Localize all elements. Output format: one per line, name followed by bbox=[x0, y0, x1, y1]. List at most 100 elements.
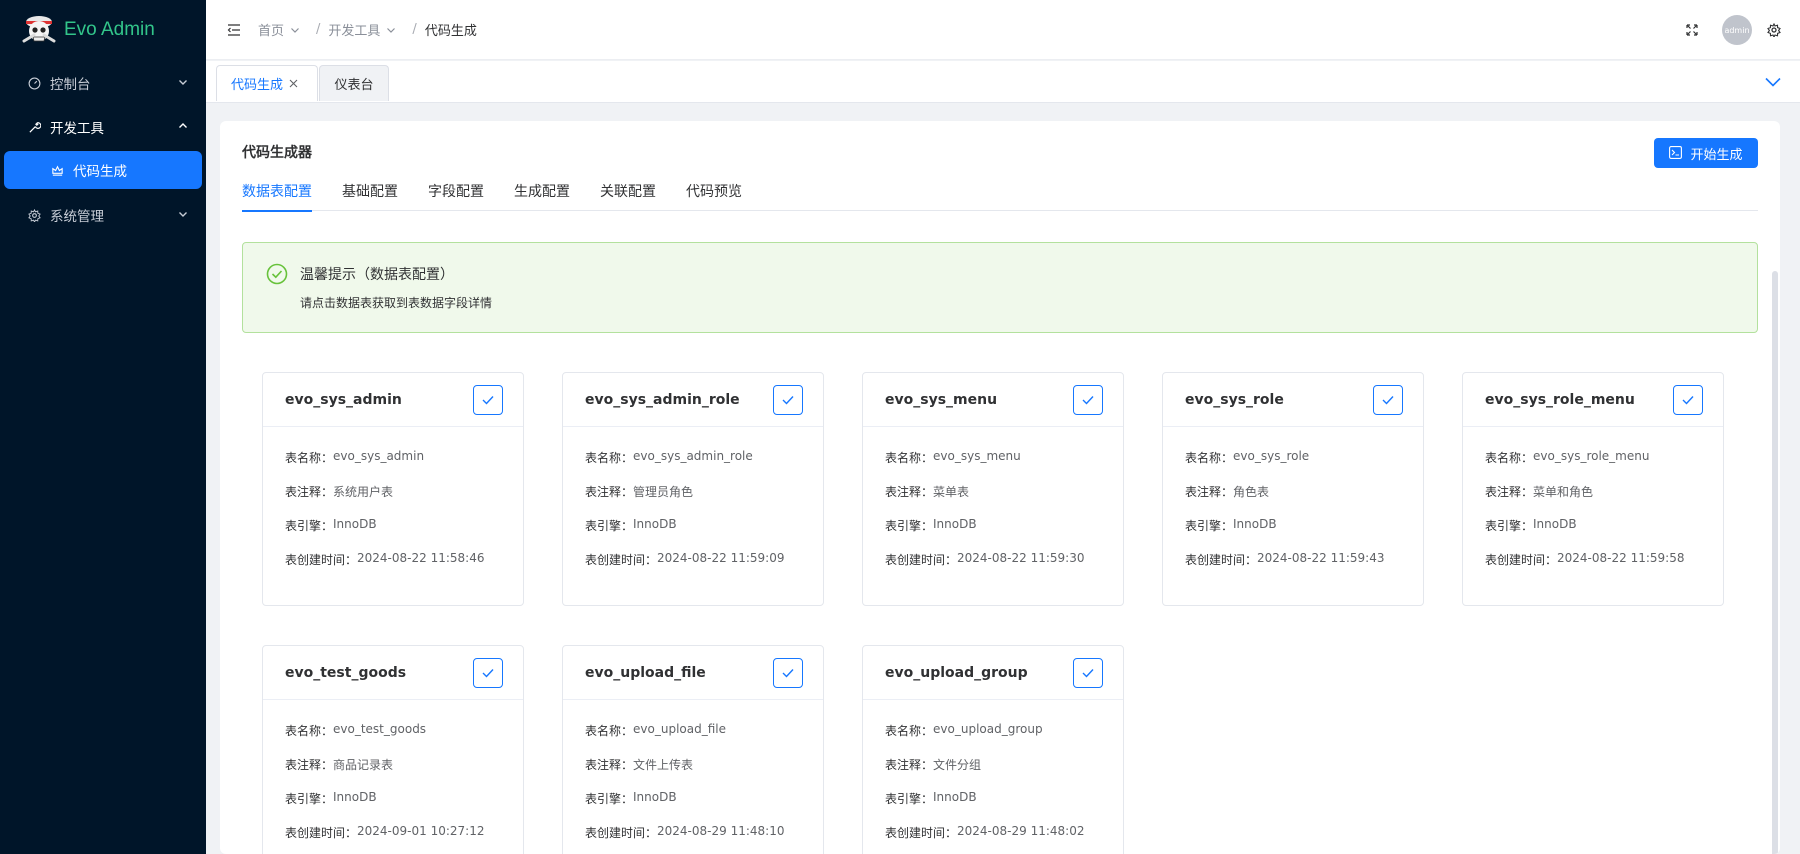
page-tab-code-gen[interactable]: 代码生成 bbox=[216, 65, 318, 101]
tab-relation-config[interactable]: 关联配置 bbox=[600, 171, 656, 211]
field-label: 表名称： bbox=[285, 724, 334, 738]
field-label: 表引擎： bbox=[1185, 519, 1234, 533]
tab-table-config[interactable]: 数据表配置 bbox=[242, 171, 312, 212]
check-circle-icon bbox=[266, 263, 288, 285]
table-created-value: 2024-08-22 11:59:30 bbox=[957, 551, 1085, 565]
field-label: 表创建时间： bbox=[585, 553, 658, 567]
table-select-checkbox[interactable] bbox=[1073, 384, 1103, 415]
sidebar-item-label: 开发工具 bbox=[50, 121, 104, 137]
check-icon bbox=[782, 395, 794, 405]
table-card[interactable]: evo_upload_group 表名称： evo_upload_group 表注… bbox=[862, 645, 1124, 854]
table-comment-value: 商品记录表 bbox=[333, 758, 394, 772]
table-engine-value: InnoDB bbox=[933, 790, 977, 804]
field-label: 表注释： bbox=[885, 485, 934, 499]
page-tab-dashboard[interactable]: 仪表台 bbox=[319, 65, 389, 101]
table-select-checkbox[interactable] bbox=[473, 384, 503, 415]
chevron-down-icon bbox=[178, 207, 188, 223]
table-card[interactable]: evo_sys_role 表名称： evo_sys_role 表注释： 角色表 表引… bbox=[1162, 372, 1424, 606]
breadcrumb-item[interactable]: 开发工具 bbox=[328, 20, 404, 39]
table-select-checkbox[interactable] bbox=[773, 384, 803, 415]
table-card[interactable]: evo_sys_role_menu 表名称： evo_sys_role_menu … bbox=[1462, 372, 1724, 606]
table-card[interactable]: evo_test_goods 表名称： evo_test_goods 表注释： 商品… bbox=[262, 645, 524, 854]
table-select-checkbox[interactable] bbox=[1673, 384, 1703, 415]
check-icon bbox=[782, 668, 794, 678]
table-select-checkbox[interactable] bbox=[1373, 384, 1403, 415]
breadcrumb-separator: / bbox=[412, 22, 417, 37]
sidebar-item-dev-tools[interactable]: 开发工具 bbox=[0, 105, 206, 149]
field-label: 表引擎： bbox=[885, 792, 934, 806]
fullscreen-icon[interactable] bbox=[1684, 22, 1700, 38]
tip-alert: 温馨提示（数据表配置） 请点击数据表获取到表数据字段详情 bbox=[242, 242, 1758, 333]
chevron-down-icon bbox=[386, 25, 396, 35]
field-label: 表名称： bbox=[885, 451, 934, 465]
tab-field-config[interactable]: 字段配置 bbox=[428, 171, 484, 211]
tab-label: 代码生成 bbox=[231, 78, 284, 93]
tab-label: 仪表台 bbox=[334, 78, 374, 93]
table-engine-value: InnoDB bbox=[633, 517, 677, 531]
field-label: 表注释： bbox=[885, 758, 934, 772]
settings-gear-icon[interactable] bbox=[1766, 22, 1782, 38]
field-label: 表引擎： bbox=[585, 792, 634, 806]
table-engine-value: InnoDB bbox=[1533, 517, 1577, 531]
table-select-checkbox[interactable] bbox=[773, 657, 803, 688]
breadcrumb-separator: / bbox=[316, 22, 321, 37]
app-name: Evo Admin bbox=[64, 19, 155, 40]
page-tabs-bar: 代码生成 仪表台 bbox=[206, 61, 1800, 103]
gear-icon bbox=[27, 208, 41, 222]
sidebar-item-code-gen[interactable]: 代码生成 bbox=[4, 151, 202, 189]
sidebar-item-system[interactable]: 系统管理 bbox=[0, 193, 206, 237]
table-select-checkbox[interactable] bbox=[473, 657, 503, 688]
config-tabs: 数据表配置 基础配置 字段配置 生成配置 关联配置 代码预览 bbox=[242, 171, 1758, 212]
table-card[interactable]: evo_sys_menu 表名称： evo_sys_menu 表注释： 菜单表 表引… bbox=[862, 372, 1124, 606]
breadcrumb: 首页 / 开发工具 / 代码生成 bbox=[258, 20, 477, 39]
table-name-value: evo_sys_admin_role bbox=[633, 449, 753, 463]
chevron-down-icon[interactable] bbox=[1764, 73, 1782, 91]
logo[interactable]: Evo Admin bbox=[0, 0, 206, 60]
table-name-value: evo_sys_admin bbox=[333, 449, 425, 463]
field-label: 表创建时间： bbox=[885, 553, 958, 567]
start-generate-button[interactable]: 开始生成 bbox=[1654, 138, 1758, 168]
tab-basic-config[interactable]: 基础配置 bbox=[342, 171, 398, 211]
check-icon bbox=[482, 395, 494, 405]
table-card-title: evo_upload_file bbox=[585, 664, 706, 681]
vertical-scrollbar[interactable] bbox=[1772, 271, 1778, 854]
table-created-value: 2024-08-29 11:48:10 bbox=[657, 824, 785, 838]
table-card-title: evo_test_goods bbox=[285, 664, 407, 681]
table-card[interactable]: evo_sys_admin 表名称： evo_sys_admin 表注释： 系统用户… bbox=[262, 372, 524, 606]
field-label: 表注释： bbox=[1185, 485, 1234, 499]
breadcrumb-current: 代码生成 bbox=[424, 24, 477, 39]
table-card-title: evo_sys_menu bbox=[885, 391, 998, 408]
table-name-value: evo_sys_role_menu bbox=[1533, 449, 1650, 463]
field-label: 表名称： bbox=[885, 724, 934, 738]
menu-fold-icon[interactable] bbox=[226, 22, 242, 38]
chevron-up-icon bbox=[178, 119, 188, 135]
table-comment-value: 文件分组 bbox=[933, 758, 982, 772]
table-card[interactable]: evo_sys_admin_role 表名称： evo_sys_admin_rol… bbox=[562, 372, 824, 606]
field-label: 表引擎： bbox=[585, 519, 634, 533]
table-card[interactable]: evo_upload_file 表名称： evo_upload_file 表注释：… bbox=[562, 645, 824, 854]
field-label: 表注释： bbox=[585, 485, 634, 499]
table-select-checkbox[interactable] bbox=[1073, 657, 1103, 688]
page-title: 代码生成器 bbox=[242, 145, 312, 161]
table-created-value: 2024-08-22 11:59:09 bbox=[657, 551, 785, 565]
table-card-title: evo_upload_group bbox=[885, 664, 1028, 681]
chevron-down-icon bbox=[178, 75, 188, 91]
field-label: 表引擎： bbox=[885, 519, 934, 533]
sidebar-item-dashboard[interactable]: 控制台 bbox=[0, 61, 206, 105]
close-icon[interactable] bbox=[289, 79, 298, 88]
field-label: 表名称： bbox=[585, 451, 634, 465]
table-card-title: evo_sys_admin_role bbox=[585, 391, 740, 408]
tool-icon bbox=[27, 120, 41, 134]
table-comment-value: 角色表 bbox=[1233, 485, 1270, 499]
avatar[interactable]: admin bbox=[1722, 15, 1752, 45]
table-name-value: evo_test_goods bbox=[333, 722, 427, 736]
field-label: 表名称： bbox=[285, 451, 334, 465]
tab-code-preview[interactable]: 代码预览 bbox=[686, 171, 742, 211]
breadcrumb-item[interactable]: 首页 bbox=[258, 20, 308, 39]
check-icon bbox=[1382, 395, 1394, 405]
field-label: 表注释： bbox=[285, 485, 334, 499]
table-comment-value: 菜单表 bbox=[933, 485, 970, 499]
check-icon bbox=[1682, 395, 1694, 405]
code-generator-panel: 代码生成器 开始生成 数据表配置 基础配置 字段配置 生成配置 关联配置 代码预… bbox=[220, 121, 1780, 854]
tab-generate-config[interactable]: 生成配置 bbox=[514, 171, 570, 211]
